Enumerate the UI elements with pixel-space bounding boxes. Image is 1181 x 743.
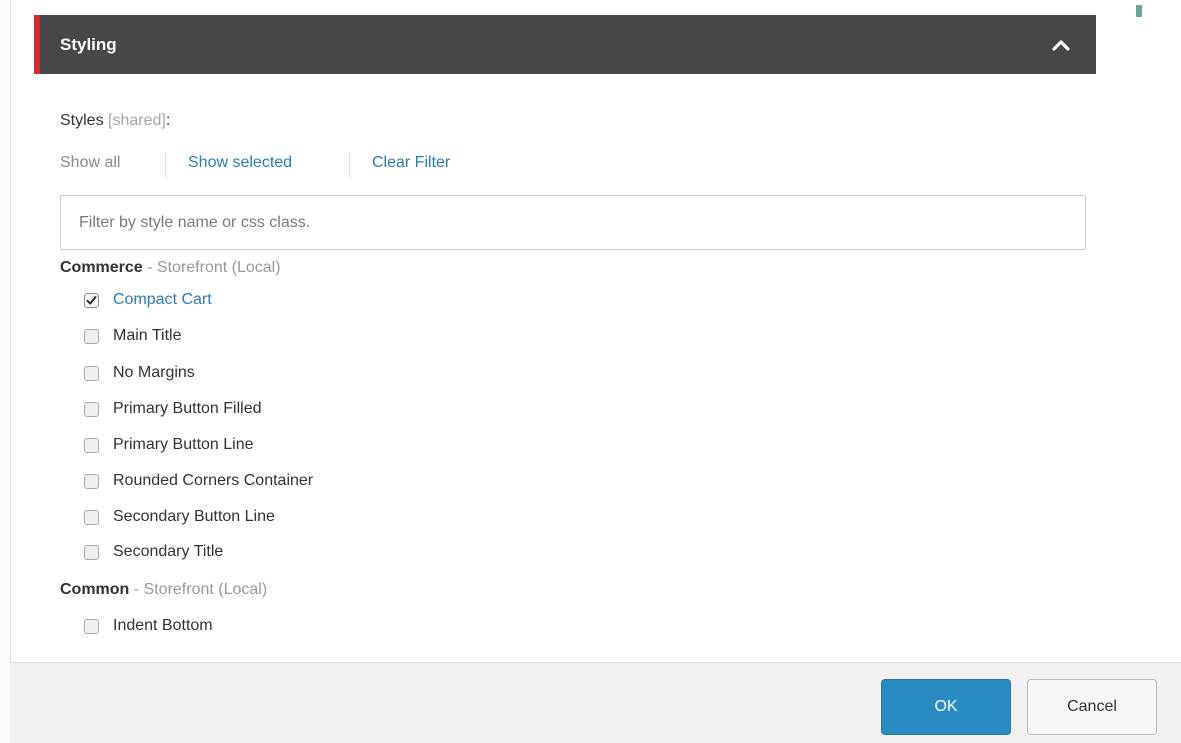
style-option-label: Secondary Title — [113, 543, 224, 560]
style-checkbox[interactable] — [84, 402, 99, 417]
group-name: Common — [60, 581, 130, 598]
styling-section-header[interactable]: Styling — [34, 15, 1096, 74]
style-checkbox[interactable] — [84, 545, 99, 560]
clear-filter-link[interactable]: Clear Filter — [372, 154, 450, 172]
style-option-label: Rounded Corners Container — [113, 472, 314, 489]
styles-label: Styles [shared]: — [60, 112, 170, 130]
shared-tag: [shared] — [108, 112, 166, 129]
status-indicator — [1136, 5, 1142, 17]
style-checkbox[interactable] — [84, 510, 99, 525]
styles-label-colon: : — [165, 112, 171, 129]
style-checkbox[interactable] — [84, 329, 99, 344]
style-option-label: Compact Cart — [113, 291, 212, 308]
show-all-link[interactable]: Show all — [60, 154, 120, 172]
divider — [165, 152, 166, 178]
group-name: Commerce — [60, 259, 143, 276]
chevron-up-icon[interactable] — [1050, 35, 1072, 55]
style-checkbox[interactable] — [84, 366, 99, 381]
ok-button[interactable]: OK — [881, 679, 1011, 735]
dialog-footer: OK Cancel — [10, 662, 1181, 743]
style-checkbox[interactable] — [84, 474, 99, 489]
show-selected-link[interactable]: Show selected — [188, 154, 292, 172]
style-option-label: No Margins — [113, 364, 195, 381]
group-separator: - — [129, 581, 144, 598]
section-title: Styling — [60, 35, 117, 54]
cancel-button[interactable]: Cancel — [1027, 679, 1157, 735]
checkmark-icon — [86, 296, 97, 305]
group-source: Storefront (Local) — [156, 259, 281, 276]
group-source: Storefront (Local) — [143, 581, 268, 598]
style-checkbox[interactable] — [84, 619, 99, 634]
styling-dialog: Styling Styles [shared]: Show all Show s… — [34, 0, 1096, 662]
window-left-edge — [0, 0, 11, 743]
style-filter-input[interactable] — [60, 195, 1086, 250]
divider — [349, 152, 350, 178]
style-group-header: Common - Storefront (Local) — [60, 581, 267, 599]
style-option-label: Secondary Button Line — [113, 508, 275, 525]
style-checkbox[interactable] — [84, 438, 99, 453]
styles-label-text: Styles — [60, 112, 104, 129]
style-option-label: Primary Button Filled — [113, 400, 262, 417]
style-option-label: Primary Button Line — [113, 436, 254, 453]
style-option-label: Indent Bottom — [113, 617, 213, 634]
group-separator: - — [142, 259, 157, 276]
style-checkbox[interactable] — [84, 293, 99, 308]
style-group-header: Commerce - Storefront (Local) — [60, 259, 281, 277]
style-option-label: Main Title — [113, 327, 182, 344]
